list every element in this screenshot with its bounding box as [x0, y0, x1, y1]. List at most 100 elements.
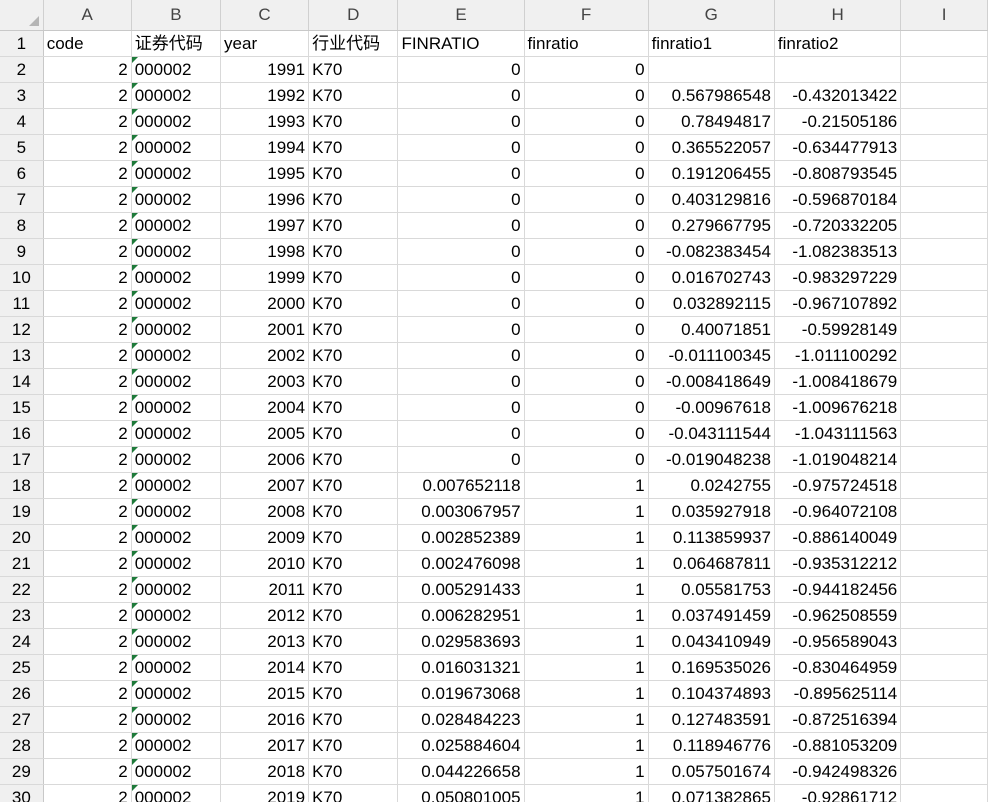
row-header[interactable]: 5 — [0, 134, 44, 161]
finratio-cell[interactable]: 0 — [524, 160, 649, 187]
finratio-upper-cell[interactable]: 0.002852389 — [397, 524, 525, 551]
finratio-cell[interactable]: 0 — [524, 82, 649, 109]
finratio-upper-cell[interactable]: 0.006282951 — [397, 602, 525, 629]
finratio-cell[interactable]: 0 — [524, 56, 649, 83]
code-cell[interactable]: 2 — [43, 238, 132, 265]
industry-code-cell[interactable]: K70 — [308, 134, 399, 161]
empty-cell[interactable] — [900, 342, 988, 369]
row-header[interactable]: 23 — [0, 602, 44, 629]
security-code-cell[interactable]: 000002 — [131, 576, 222, 603]
industry-code-cell[interactable]: K70 — [308, 186, 399, 213]
security-code-cell[interactable]: 000002 — [131, 602, 222, 629]
finratio-cell[interactable]: 0 — [524, 186, 649, 213]
empty-cell[interactable] — [900, 654, 988, 681]
industry-code-cell[interactable]: K70 — [308, 420, 399, 447]
row-header[interactable]: 2 — [0, 56, 44, 83]
security-code-cell[interactable]: 000002 — [131, 732, 222, 759]
finratio2-cell[interactable]: -0.92861712 — [774, 784, 902, 802]
code-cell[interactable]: 2 — [43, 212, 132, 239]
industry-code-cell[interactable]: K70 — [308, 394, 399, 421]
finratio-cell[interactable]: 0 — [524, 420, 649, 447]
column-header-b[interactable]: B — [131, 0, 222, 31]
industry-code-cell[interactable]: K70 — [308, 602, 399, 629]
row-header[interactable]: 25 — [0, 654, 44, 681]
row-header[interactable]: 4 — [0, 108, 44, 135]
industry-code-cell[interactable]: K70 — [308, 212, 399, 239]
industry-code-cell[interactable]: K70 — [308, 706, 399, 733]
finratio2-cell[interactable]: -0.964072108 — [774, 498, 902, 525]
code-cell[interactable]: 2 — [43, 290, 132, 317]
finratio2-cell[interactable]: -0.967107892 — [774, 290, 902, 317]
finratio1-cell[interactable]: 0.071382865 — [648, 784, 775, 802]
row-header[interactable]: 3 — [0, 82, 44, 109]
finratio-upper-cell[interactable]: 0 — [397, 160, 525, 187]
finratio1-cell[interactable]: -0.043111544 — [648, 420, 775, 447]
empty-cell[interactable] — [900, 108, 988, 135]
security-code-cell[interactable]: 000002 — [131, 706, 222, 733]
year-cell[interactable]: 2010 — [220, 550, 310, 577]
column-header-c[interactable]: C — [220, 0, 310, 31]
finratio1-cell[interactable]: 0.043410949 — [648, 628, 775, 655]
year-cell[interactable]: 2015 — [220, 680, 310, 707]
finratio-upper-cell[interactable]: 0.003067957 — [397, 498, 525, 525]
finratio-cell[interactable]: 0 — [524, 368, 649, 395]
field-name-cell[interactable]: FINRATIO — [397, 30, 525, 57]
industry-code-cell[interactable]: K70 — [308, 472, 399, 499]
finratio1-cell[interactable]: 0.057501674 — [648, 758, 775, 785]
field-name-cell[interactable]: finratio2 — [774, 30, 902, 57]
finratio2-cell[interactable]: -0.596870184 — [774, 186, 902, 213]
empty-cell[interactable] — [900, 732, 988, 759]
finratio2-cell[interactable]: -0.872516394 — [774, 706, 902, 733]
finratio-cell[interactable]: 1 — [524, 602, 649, 629]
field-name-cell[interactable]: year — [220, 30, 310, 57]
finratio-cell[interactable]: 1 — [524, 680, 649, 707]
row-header[interactable]: 13 — [0, 342, 44, 369]
industry-code-cell[interactable]: K70 — [308, 290, 399, 317]
empty-cell[interactable] — [900, 628, 988, 655]
finratio-cell[interactable]: 0 — [524, 238, 649, 265]
row-header[interactable]: 16 — [0, 420, 44, 447]
column-header-i[interactable]: I — [900, 0, 988, 31]
code-cell[interactable]: 2 — [43, 420, 132, 447]
finratio1-cell[interactable]: -0.008418649 — [648, 368, 775, 395]
code-cell[interactable]: 2 — [43, 134, 132, 161]
finratio2-cell[interactable]: -0.975724518 — [774, 472, 902, 499]
security-code-cell[interactable]: 000002 — [131, 654, 222, 681]
row-header[interactable]: 8 — [0, 212, 44, 239]
empty-cell[interactable] — [900, 264, 988, 291]
finratio1-cell[interactable]: 0.0242755 — [648, 472, 775, 499]
finratio-cell[interactable]: 0 — [524, 134, 649, 161]
industry-code-cell[interactable]: K70 — [308, 732, 399, 759]
security-code-cell[interactable]: 000002 — [131, 680, 222, 707]
row-header[interactable]: 19 — [0, 498, 44, 525]
empty-cell[interactable] — [900, 758, 988, 785]
industry-code-cell[interactable]: K70 — [308, 784, 399, 802]
finratio1-cell[interactable] — [648, 56, 775, 83]
finratio2-cell[interactable]: -0.634477913 — [774, 134, 902, 161]
finratio1-cell[interactable]: 0.05581753 — [648, 576, 775, 603]
code-cell[interactable]: 2 — [43, 628, 132, 655]
row-header[interactable]: 10 — [0, 264, 44, 291]
finratio2-cell[interactable]: -0.720332205 — [774, 212, 902, 239]
empty-cell[interactable] — [900, 290, 988, 317]
finratio1-cell[interactable]: 0.127483591 — [648, 706, 775, 733]
year-cell[interactable]: 1991 — [220, 56, 310, 83]
column-header-a[interactable]: A — [43, 0, 132, 31]
finratio1-cell[interactable]: -0.011100345 — [648, 342, 775, 369]
finratio-upper-cell[interactable]: 0 — [397, 264, 525, 291]
industry-code-cell[interactable]: K70 — [308, 238, 399, 265]
finratio-cell[interactable]: 0 — [524, 394, 649, 421]
finratio-cell[interactable]: 0 — [524, 446, 649, 473]
industry-code-cell[interactable]: K70 — [308, 446, 399, 473]
year-cell[interactable]: 2002 — [220, 342, 310, 369]
code-cell[interactable]: 2 — [43, 264, 132, 291]
year-cell[interactable]: 2014 — [220, 654, 310, 681]
year-cell[interactable]: 1996 — [220, 186, 310, 213]
code-cell[interactable]: 2 — [43, 576, 132, 603]
security-code-cell[interactable]: 000002 — [131, 368, 222, 395]
finratio2-cell[interactable]: -0.956589043 — [774, 628, 902, 655]
row-header[interactable]: 17 — [0, 446, 44, 473]
code-cell[interactable]: 2 — [43, 108, 132, 135]
finratio2-cell[interactable]: -0.21505186 — [774, 108, 902, 135]
select-all-corner[interactable] — [0, 0, 44, 31]
